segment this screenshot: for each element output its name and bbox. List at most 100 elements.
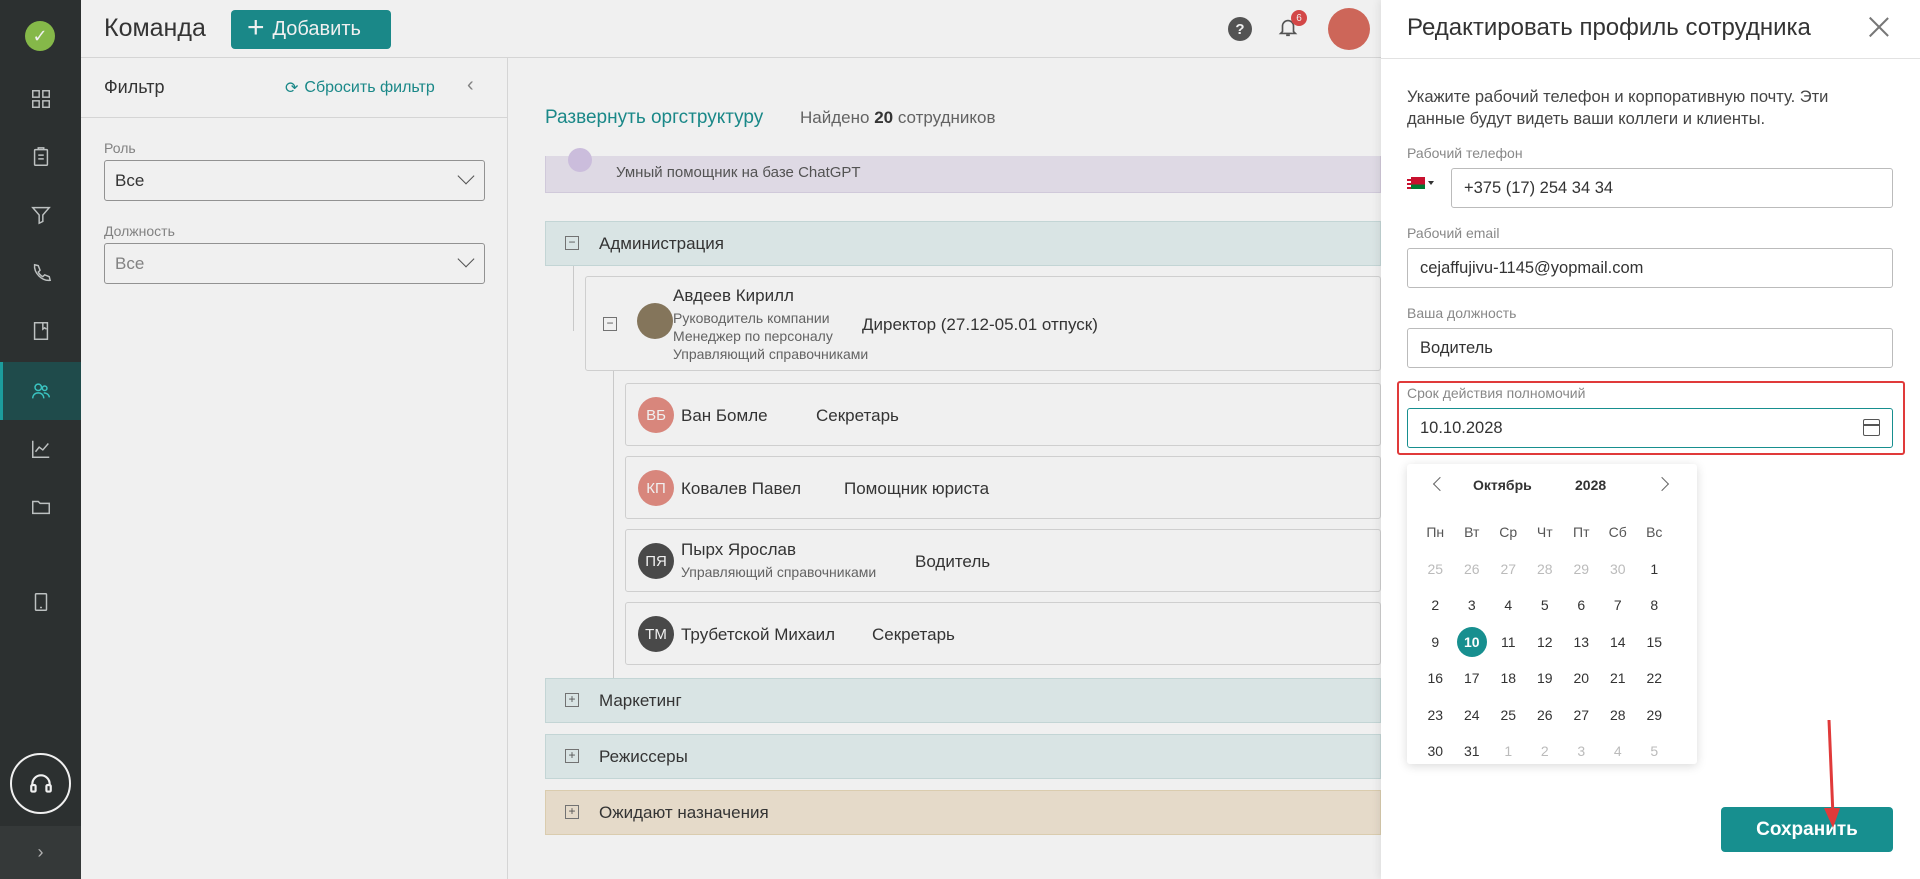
collapse-filter-icon[interactable]: ‹	[467, 74, 474, 97]
book-icon[interactable]	[0, 302, 81, 360]
calendar-day[interactable]: 9	[1417, 624, 1454, 661]
calendar-day[interactable]: 27	[1490, 551, 1527, 588]
grid-icon[interactable]	[0, 70, 81, 128]
job-position-input[interactable]: Водитель	[1407, 328, 1893, 368]
calendar-icon[interactable]	[1863, 419, 1880, 436]
chart-icon[interactable]	[0, 420, 81, 478]
org-structure-area: Развернуть оргструктуру Найдено 20 сотру…	[508, 58, 1381, 879]
calendar-day[interactable]: 30	[1600, 551, 1637, 588]
group-marketing[interactable]: + Маркетинг	[545, 678, 1381, 723]
expand-icon[interactable]: +	[565, 749, 579, 763]
reset-filter-link[interactable]: ⟳ Сбросить фильтр	[285, 78, 435, 98]
employee-card[interactable]: ПЯ Пырх Ярослав Управляющий справочникам…	[625, 529, 1381, 592]
close-icon[interactable]	[1865, 12, 1893, 40]
calendar-day[interactable]: 29	[1563, 551, 1600, 588]
calendar-day[interactable]: 25	[1417, 551, 1454, 588]
calendar-day[interactable]: 28	[1527, 551, 1564, 588]
weekday-label: Чт	[1536, 524, 1553, 541]
logo-icon[interactable]: ✓	[25, 21, 55, 51]
calendar-day[interactable]: 6	[1563, 587, 1600, 624]
group-pending[interactable]: + Ожидают назначения	[545, 790, 1381, 835]
calendar-day[interactable]: 22	[1636, 660, 1673, 697]
expand-icon[interactable]: +	[565, 693, 579, 707]
calendar-day[interactable]: 14	[1600, 624, 1637, 661]
country-select[interactable]	[1407, 171, 1437, 195]
expand-sidebar-icon[interactable]: ›	[0, 826, 81, 879]
calendar-day[interactable]: 16	[1417, 660, 1454, 697]
calendar-day[interactable]: 2	[1417, 587, 1454, 624]
group-directors[interactable]: + Режиссеры	[545, 734, 1381, 779]
calendar-day[interactable]: 30	[1417, 733, 1454, 770]
calendar-day[interactable]: 12	[1527, 624, 1564, 661]
employee-card-head[interactable]: − Авдеев Кирилл Руководитель компании Ме…	[585, 276, 1381, 371]
headset-icon[interactable]	[10, 753, 71, 814]
calendar-day[interactable]: 20	[1563, 660, 1600, 697]
email-input[interactable]: cejaffujivu-1145@yopmail.com	[1407, 248, 1893, 288]
collapse-icon[interactable]: −	[565, 236, 579, 250]
calendar-day[interactable]: 19	[1527, 660, 1564, 697]
calendar-day[interactable]: 27	[1563, 697, 1600, 734]
calendar-day[interactable]: 7	[1600, 587, 1637, 624]
phone-icon[interactable]	[0, 244, 81, 302]
help-icon[interactable]: ?	[1228, 17, 1252, 41]
calendar-day[interactable]: 28	[1600, 697, 1637, 734]
calendar-day[interactable]: 24	[1454, 697, 1491, 734]
calendar-day[interactable]: 26	[1454, 551, 1491, 588]
prev-month-icon[interactable]	[1432, 476, 1448, 492]
found-number: 20	[874, 108, 894, 127]
clipboard-icon[interactable]	[0, 128, 81, 186]
calendar-day[interactable]: 3	[1454, 587, 1491, 624]
calendar-day[interactable]: 10	[1454, 624, 1491, 661]
calendar-day[interactable]: 5	[1636, 733, 1673, 770]
folder-icon[interactable]	[0, 478, 81, 536]
add-button[interactable]: + Добавить	[231, 10, 391, 49]
term-date-input[interactable]: 10.10.2028	[1407, 408, 1893, 448]
save-button[interactable]: Сохранить	[1721, 807, 1893, 852]
role-select[interactable]: Все	[104, 160, 485, 201]
date-picker: Октябрь 2028 Пн Вт Ср Чт Пт Сб Вс 25 26 27 28 29 30 1…	[1407, 464, 1697, 764]
calendar-day[interactable]: 5	[1527, 587, 1564, 624]
employee-card[interactable]: ВБ Ван Бомле Секретарь	[625, 383, 1381, 446]
calendar-day[interactable]: 15	[1636, 624, 1673, 661]
page-title: Команда	[104, 14, 206, 42]
calendar-day[interactable]: 8	[1636, 587, 1673, 624]
calendar-day[interactable]: 25	[1490, 697, 1527, 734]
next-month-icon[interactable]	[1654, 476, 1670, 492]
ai-assistant-row[interactable]: Умный помощник на базе ChatGPT	[545, 148, 1381, 193]
calendar-day[interactable]: 2	[1527, 733, 1564, 770]
tablet-icon[interactable]	[0, 573, 81, 631]
calendar-day[interactable]: 13	[1563, 624, 1600, 661]
calendar-day[interactable]: 3	[1563, 733, 1600, 770]
calendar-day[interactable]: 4	[1600, 733, 1637, 770]
employee-position: Секретарь	[872, 625, 955, 644]
expand-orgstructure-link[interactable]: Развернуть оргструктуру	[545, 107, 763, 129]
avatar	[637, 303, 673, 339]
calendar-month[interactable]: Октябрь	[1473, 477, 1532, 493]
team-icon[interactable]	[0, 362, 81, 420]
funnel-icon[interactable]	[0, 186, 81, 244]
collapse-icon[interactable]: −	[603, 317, 617, 331]
group-administration[interactable]: − Администрация	[545, 221, 1381, 266]
expand-icon[interactable]: +	[565, 805, 579, 819]
calendar-day[interactable]: 18	[1490, 660, 1527, 697]
calendar-year[interactable]: 2028	[1575, 477, 1606, 493]
calendar-day[interactable]: 29	[1636, 697, 1673, 734]
calendar-day[interactable]: 11	[1490, 624, 1527, 661]
avatar[interactable]	[1328, 8, 1370, 50]
employee-card[interactable]: ТМ Трубетской Михаил Секретарь	[625, 602, 1381, 665]
calendar-day[interactable]: 21	[1600, 660, 1637, 697]
calendar-day[interactable]: 1	[1636, 551, 1673, 588]
calendar-day[interactable]: 26	[1527, 697, 1564, 734]
position-select[interactable]: Все	[104, 243, 485, 284]
calendar-day[interactable]: 4	[1490, 587, 1527, 624]
phone-input[interactable]: +375 (17) 254 34 34	[1451, 168, 1893, 208]
calendar-day[interactable]: 17	[1454, 660, 1491, 697]
calendar-day[interactable]: 31	[1454, 733, 1491, 770]
refresh-icon: ⟳	[285, 80, 299, 97]
calendar-day[interactable]: 1	[1490, 733, 1527, 770]
tree-line	[613, 371, 614, 701]
notification-badge: 6	[1291, 10, 1307, 26]
calendar-day[interactable]: 23	[1417, 697, 1454, 734]
notifications-button[interactable]: 6	[1277, 10, 1307, 42]
employee-card[interactable]: КП Ковалев Павел Помощник юриста	[625, 456, 1381, 519]
